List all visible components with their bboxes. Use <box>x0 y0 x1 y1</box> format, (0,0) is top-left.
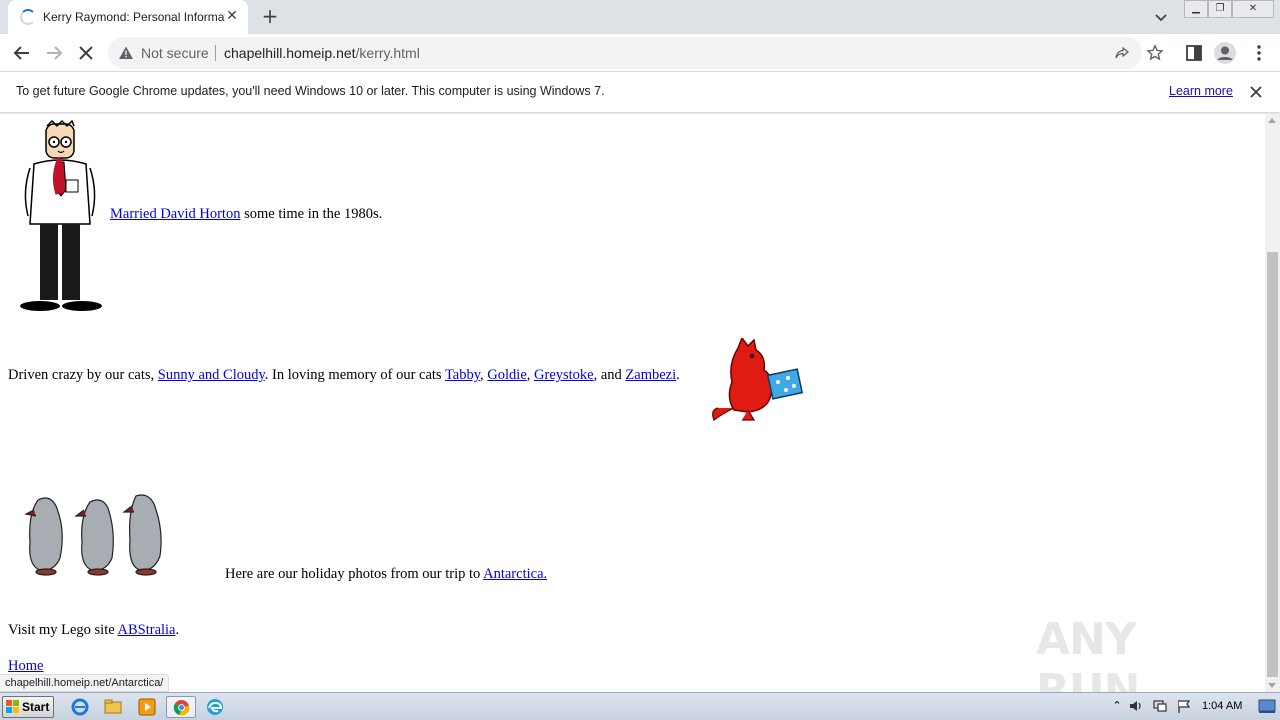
cats-memory-text: . In loving memory of our cats <box>264 367 445 383</box>
married-text: some time in the 1980s. <box>240 206 383 222</box>
home-link[interactable]: Home <box>8 658 43 674</box>
dilbert-cartoon-image <box>20 120 102 311</box>
tab-active[interactable]: Kerry Raymond: Personal Information ✕ <box>8 0 248 34</box>
scroll-down-arrow-icon[interactable] <box>1268 683 1276 688</box>
warning-triangle-icon[interactable] <box>118 45 134 61</box>
lego-line: Visit my Lego site ABStralia. <box>8 622 179 639</box>
back-arrow-icon[interactable] <box>10 41 34 65</box>
tab-strip: Kerry Raymond: Personal Information ✕ + … <box>0 0 1280 34</box>
internet-explorer-icon[interactable] <box>67 696 93 718</box>
stop-loading-icon[interactable] <box>74 41 98 65</box>
lego-text: Visit my Lego site <box>8 622 118 638</box>
goldie-link[interactable]: Goldie <box>487 367 526 383</box>
infobar-message: To get future Google Chrome updates, you… <box>16 84 605 98</box>
url-path: /kerry.html <box>355 45 420 61</box>
show-desktop-icon[interactable] <box>1258 698 1276 714</box>
maximize-button[interactable]: ❐ <box>1208 0 1232 18</box>
url-text[interactable]: chapelhill.homeip.net/kerry.html <box>224 45 420 61</box>
sunny-and-cloudy-link[interactable]: Sunny and Cloudy <box>158 367 265 383</box>
learn-more-link[interactable]: Learn more <box>1169 84 1233 98</box>
anyrun-watermark: ANY RUN <box>1036 606 1236 716</box>
new-tab-button[interactable]: + <box>259 5 281 27</box>
married-line: Married David Horton some time in the 19… <box>110 206 382 223</box>
tab-close-icon[interactable]: ✕ <box>224 8 240 24</box>
volume-icon[interactable] <box>1128 698 1144 714</box>
scrollbar-thumb[interactable] <box>1267 252 1278 677</box>
penguins-cartoon-image <box>24 494 162 576</box>
tray-expand-icon[interactable]: ⌃ <box>1109 698 1125 714</box>
windows-flag-icon <box>6 700 19 713</box>
security-label[interactable]: Not secure <box>141 45 209 61</box>
action-center-flag-icon[interactable] <box>1176 698 1192 714</box>
tab-search-chevron-icon[interactable] <box>1152 8 1170 26</box>
abstralia-link[interactable]: ABStralia <box>118 622 176 638</box>
profile-avatar-icon[interactable] <box>1213 41 1237 65</box>
loading-spinner-icon <box>20 9 36 25</box>
network-icon[interactable] <box>1152 698 1168 714</box>
edge-icon[interactable] <box>202 696 228 718</box>
window-close-button[interactable]: ✕ <box>1232 0 1274 18</box>
start-button[interactable]: Start <box>2 696 54 718</box>
file-explorer-icon[interactable] <box>100 696 126 718</box>
side-panel-icon[interactable] <box>1182 41 1206 65</box>
greystoke-link[interactable]: Greystoke <box>534 367 594 383</box>
link-status-bubble: chapelhill.homeip.net/Antarctica/ <box>0 674 170 692</box>
address-bar[interactable]: Not secure chapelhill.homeip.net/kerry.h… <box>108 37 1164 69</box>
infobar-close-icon[interactable] <box>1247 83 1265 101</box>
browser-toolbar: Not secure chapelhill.homeip.net/kerry.h… <box>0 34 1280 72</box>
windows-taskbar: Start ⌃ 1:04 AM <box>0 692 1280 720</box>
url-host: chapelhill.homeip.net <box>224 45 356 61</box>
home-line: Home <box>8 658 43 675</box>
tab-title: Kerry Raymond: Personal Information <box>43 10 225 24</box>
cats-end: . <box>676 367 680 383</box>
holiday-line: Here are our holiday photos from our tri… <box>225 566 547 583</box>
update-infobar: To get future Google Chrome updates, you… <box>0 72 1280 113</box>
lego-end: . <box>175 622 180 638</box>
red-cat-cartoon-image <box>712 338 804 421</box>
taskbar-clock[interactable]: 1:04 AM <box>1202 700 1242 712</box>
tabby-link[interactable]: Tabby <box>445 367 480 383</box>
more-menu-icon[interactable] <box>1247 41 1271 65</box>
cats-sep-2: , <box>526 367 535 383</box>
bookmark-star-icon[interactable] <box>1146 44 1164 62</box>
minimize-button[interactable]: ▁ <box>1184 0 1208 18</box>
forward-arrow-icon[interactable] <box>42 41 66 65</box>
chrome-taskbar-button[interactable] <box>166 696 196 718</box>
share-icon[interactable] <box>1114 45 1130 61</box>
cats-sep-3: , and <box>593 367 626 383</box>
cats-line: Driven crazy by our cats, Sunny and Clou… <box>8 367 680 384</box>
start-label: Start <box>22 700 50 714</box>
security-divider <box>215 45 216 61</box>
chrome-icon <box>173 699 190 716</box>
zambezi-link[interactable]: Zambezi <box>625 367 676 383</box>
cats-prefix: Driven crazy by our cats, <box>8 367 158 383</box>
scroll-up-arrow-icon[interactable] <box>1268 118 1276 123</box>
married-david-horton-link[interactable]: Married David Horton <box>110 206 240 222</box>
page-scrollbar[interactable] <box>1265 114 1280 692</box>
antarctica-link[interactable]: Antarctica. <box>483 566 547 582</box>
media-player-icon[interactable] <box>134 696 160 718</box>
holiday-text: Here are our holiday photos from our tri… <box>225 566 484 582</box>
